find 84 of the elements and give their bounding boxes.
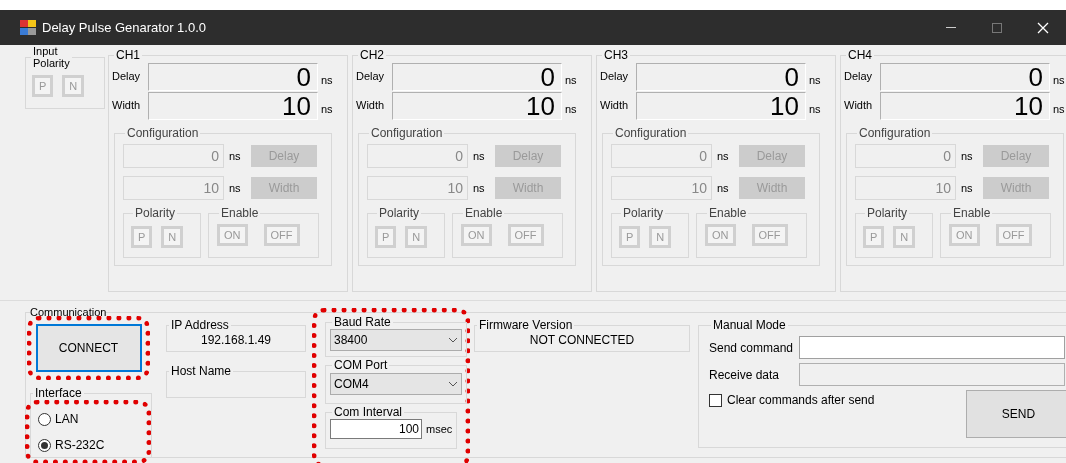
field-label: Width <box>356 98 386 114</box>
field-label: Width <box>844 98 874 114</box>
unit-label: ns <box>321 102 333 118</box>
group-label: Host Name <box>170 364 233 378</box>
field-label: Width <box>112 98 142 114</box>
minimize-icon <box>946 27 956 28</box>
unit-label: ns <box>1053 73 1065 89</box>
group-label: Configuration <box>370 126 444 140</box>
unit-label: ns <box>473 148 486 164</box>
value-display: 10 <box>148 91 318 120</box>
field-label: Receive data <box>709 366 781 384</box>
unit-label: ns <box>1053 102 1065 118</box>
unit-label: ns <box>229 148 242 164</box>
group-label: CH1 <box>115 48 141 62</box>
group-label: COM Port <box>333 358 389 372</box>
unit-label: ns <box>717 148 730 164</box>
connect-button[interactable]: CONNECT <box>35 324 142 372</box>
toggle-button[interactable]: P <box>32 75 54 97</box>
field-label: Delay <box>600 69 630 85</box>
group-label: Enable <box>220 206 260 220</box>
radio-button[interactable] <box>38 438 51 452</box>
group-label: CH3 <box>603 48 629 62</box>
group-label: CH4 <box>847 48 873 62</box>
group-label: Polarity <box>378 206 420 220</box>
group-label: Polarity <box>134 206 176 220</box>
group-label: Enable <box>464 206 504 220</box>
group-label: Enable <box>708 206 748 220</box>
group-label: Communication <box>30 306 107 318</box>
unit-label: ns <box>717 180 730 196</box>
value-display: 10 <box>392 91 562 120</box>
field-label: Delay <box>356 69 386 85</box>
unit-label: msec <box>426 421 453 437</box>
firmware-version-value: NOT CONNECTED <box>528 332 636 348</box>
unit-label: ns <box>961 180 974 196</box>
unit-label: ns <box>565 102 577 118</box>
unit-label: ns <box>565 73 577 89</box>
maximize-icon <box>992 22 1002 33</box>
unit-label: ns <box>961 148 974 164</box>
unit-label: ns <box>809 102 821 118</box>
value-display: 10 <box>636 91 806 120</box>
value-display: 0 <box>880 62 1050 91</box>
field-label: Delay <box>112 69 142 85</box>
field-label: Delay <box>844 69 874 85</box>
close-icon <box>1037 21 1049 34</box>
group-label: Interface <box>34 386 83 400</box>
clear-commands-checkbox[interactable]: Clear commands after send <box>709 391 875 409</box>
group-label: Enable <box>952 206 992 220</box>
dropdown[interactable]: 38400 <box>330 329 462 351</box>
unit-label: ns <box>229 180 242 196</box>
toggle-button[interactable]: N <box>62 75 85 97</box>
unit-label: ns <box>809 73 821 89</box>
unit-label: ns <box>321 73 333 89</box>
group-label: Configuration <box>126 126 200 140</box>
checkbox[interactable] <box>709 393 722 407</box>
group-label: Com Interval <box>333 405 404 419</box>
group-label: Polarity <box>866 206 908 220</box>
group-label: Input Polarity <box>32 45 71 69</box>
group-label: Configuration <box>858 126 932 140</box>
value-display: 10 <box>880 91 1050 120</box>
field-label: Send command <box>709 339 795 357</box>
unit-label: ns <box>473 180 486 196</box>
field-label: Width <box>600 98 630 114</box>
group-label: Baud Rate <box>333 315 392 329</box>
group-label: Firmware Version <box>478 318 574 332</box>
ip-address-value: 192.168.1.49 <box>199 332 273 348</box>
group-label: CH2 <box>359 48 385 62</box>
radio-button[interactable] <box>38 412 51 426</box>
app-icon <box>20 20 36 35</box>
group-label: Manual Mode <box>712 318 787 332</box>
chevron-down-icon <box>448 337 458 343</box>
radio-option[interactable]: LAN <box>38 410 146 428</box>
interval-field[interactable]: 100 <box>330 419 422 439</box>
value-display: 0 <box>392 62 562 91</box>
group-label: Configuration <box>614 126 688 140</box>
value-display: 0 <box>636 62 806 91</box>
send-command-field[interactable] <box>799 336 1065 359</box>
radio-option[interactable]: RS-232C <box>38 436 146 454</box>
group-label: Polarity <box>622 206 664 220</box>
dropdown[interactable]: COM4 <box>330 373 462 395</box>
send-button[interactable]: SEND <box>966 390 1066 438</box>
value-display: 0 <box>148 62 318 91</box>
group-label: IP Address <box>170 318 230 332</box>
window-title: Delay Pulse Genarator 1.0.0 <box>42 18 207 37</box>
chevron-down-icon <box>448 381 458 387</box>
